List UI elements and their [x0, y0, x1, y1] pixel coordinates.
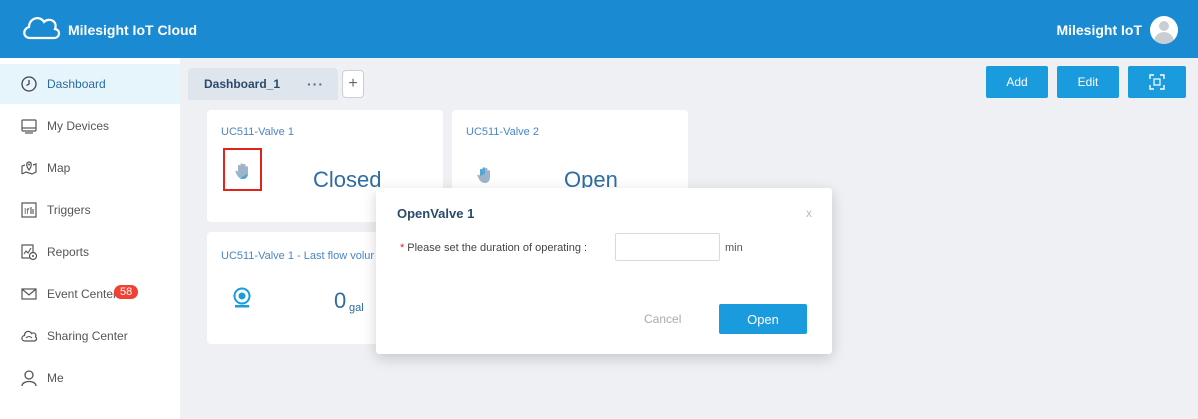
- tab-label: Dashboard_1: [204, 77, 281, 91]
- sidebar-item-label: Triggers: [47, 203, 91, 217]
- app-logo[interactable]: Milesight IoT Cloud: [20, 12, 197, 42]
- triggers-icon: If: [20, 201, 38, 219]
- app-title: Milesight IoT Cloud: [68, 22, 198, 38]
- sidebar-item-label: Sharing Center: [47, 329, 128, 343]
- valve-toggle-icon[interactable]: [476, 166, 492, 184]
- fullscreen-button[interactable]: [1128, 66, 1186, 98]
- sidebar-item-label: Map: [47, 161, 71, 175]
- flow-value: 0: [334, 288, 347, 313]
- edit-button[interactable]: Edit: [1057, 66, 1119, 98]
- duration-input[interactable]: [615, 233, 720, 261]
- flow-meter-icon: [233, 287, 251, 308]
- sidebar-item-sharing-center[interactable]: Sharing Center: [0, 316, 180, 356]
- duration-label-text: Please set the duration of operating :: [407, 242, 588, 254]
- sidebar-item-dashboard[interactable]: Dashboard: [0, 64, 180, 104]
- tab-dashboard-1[interactable]: Dashboard_1 ···: [188, 68, 338, 100]
- event-count-badge: 58: [114, 285, 139, 299]
- user-icon: [20, 369, 38, 387]
- open-button[interactable]: Open: [719, 304, 807, 334]
- cloud-share-icon: [20, 327, 38, 345]
- duration-unit: min: [725, 242, 743, 254]
- user-name: Milesight IoT: [1056, 22, 1142, 38]
- sidebar-item-me[interactable]: Me: [0, 358, 180, 398]
- user-menu[interactable]: Milesight IoT: [1056, 16, 1178, 44]
- add-button[interactable]: Add: [986, 66, 1048, 98]
- reports-icon: [20, 243, 38, 261]
- map-icon: [20, 159, 38, 177]
- close-icon[interactable]: x: [806, 206, 812, 220]
- more-icon[interactable]: ···: [307, 76, 324, 92]
- avatar[interactable]: [1150, 16, 1178, 44]
- top-bar: Milesight IoT Cloud Milesight IoT: [0, 0, 1198, 58]
- cloud-logo-icon: [23, 17, 61, 40]
- sidebar-item-label: My Devices: [47, 119, 110, 133]
- card-title: UC511-Valve 2: [466, 126, 539, 138]
- sidebar-item-event-center[interactable]: Event Center 58: [0, 274, 180, 314]
- cancel-button[interactable]: Cancel: [644, 312, 681, 326]
- clock-icon: [20, 75, 38, 93]
- open-valve-dialog: OpenValve 1 x * Please set the duration o…: [376, 188, 832, 354]
- fullscreen-icon: [1149, 74, 1165, 90]
- dialog-title: OpenValve 1: [397, 206, 475, 221]
- sidebar-item-label: Reports: [47, 245, 90, 259]
- card-title: UC511-Valve 1: [221, 126, 294, 138]
- sidebar-item-triggers[interactable]: If Triggers: [0, 190, 180, 230]
- mail-icon: [20, 285, 38, 303]
- required-mark: *: [400, 242, 405, 254]
- sidebar-item-label: Event Center: [47, 287, 118, 301]
- valve-toggle-icon[interactable]: [234, 162, 250, 180]
- add-tab-button[interactable]: +: [342, 70, 364, 98]
- sidebar-item-reports[interactable]: Reports: [0, 232, 180, 272]
- flow-unit: gal: [349, 302, 364, 314]
- duration-label: * Please set the duration of operating :: [400, 242, 587, 254]
- card-title: UC511-Valve 1 - Last flow volur: [221, 250, 375, 262]
- sidebar: Dashboard My Devices Map If Triggers Rep…: [0, 58, 180, 419]
- sidebar-item-label: Dashboard: [47, 77, 106, 91]
- sidebar-item-label: Me: [47, 371, 64, 385]
- valve-status: Closed: [313, 167, 382, 192]
- svg-text:If: If: [24, 207, 29, 216]
- sidebar-item-my-devices[interactable]: My Devices: [0, 106, 180, 146]
- sidebar-item-map[interactable]: Map: [0, 148, 180, 188]
- device-icon: [20, 117, 38, 135]
